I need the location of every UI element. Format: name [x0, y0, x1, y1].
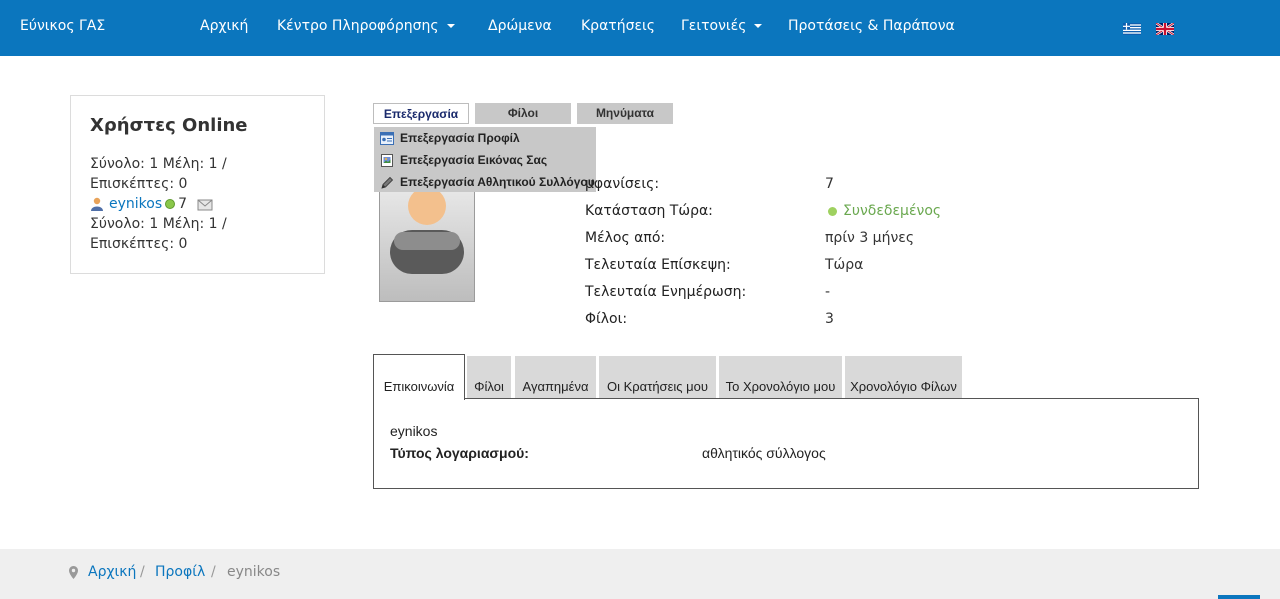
online-summary: Σύνολο: 1 Μέλη: 1 /	[90, 216, 227, 232]
nav-neighborhoods-label: Γειτονιές	[681, 18, 747, 34]
status-label: Κατάσταση Τώρα:	[585, 203, 713, 219]
tab-friends-list[interactable]: Φίλοι	[467, 356, 511, 399]
image-icon	[381, 154, 393, 168]
nav-bookings[interactable]: Κρατήσεις	[581, 18, 655, 34]
member-since-label: Μέλος από:	[585, 230, 666, 246]
status-text: Συνδεδεμένος	[843, 203, 942, 219]
tab-contact[interactable]: Επικοινωνία	[373, 354, 465, 400]
breadcrumb-profile[interactable]: Προφίλ	[155, 564, 205, 580]
online-status-icon	[165, 199, 176, 209]
breadcrumb-bar: Αρχική / Προφίλ / eynikos	[0, 549, 1280, 599]
tab-edit[interactable]: Επεξεργασία	[373, 103, 469, 124]
nav-info-center[interactable]: Κέντρο Πληροφόρησης	[277, 18, 455, 34]
profile-card-icon	[380, 132, 394, 146]
account-type-label: Τύπος λογαριασμού:	[390, 445, 529, 461]
scroll-to-top-button[interactable]	[1218, 595, 1260, 599]
online-summary: Σύνολο: 1 Μέλη: 1 /	[90, 156, 227, 172]
online-user-count: 7	[178, 196, 188, 212]
last-visit-value: Τώρα	[825, 257, 864, 273]
guests-count: Επισκέπτες: 0	[90, 236, 188, 252]
views-label: μφανίσεις:	[585, 176, 660, 192]
menu-item-edit-club[interactable]: Επεξεργασία Αθλητικού Συλλόγου	[380, 175, 595, 189]
status-value: Συνδεδεμένος	[825, 203, 941, 219]
tab-favorites[interactable]: Αγαπημένα	[515, 356, 596, 399]
last-update-value: -	[825, 284, 831, 300]
breadcrumb-separator: /	[140, 564, 145, 580]
user-icon	[91, 197, 103, 211]
map-marker-icon	[69, 566, 78, 579]
account-type-value: αθλητικός σύλλογος	[702, 445, 826, 461]
uk-flag-icon[interactable]	[1156, 23, 1174, 35]
tab-friends[interactable]: Φίλοι	[475, 103, 571, 124]
last-visit-label: Τελευταία Επίσκεψη:	[585, 257, 731, 273]
chevron-down-icon	[754, 24, 763, 28]
online-users-title: Χρήστες Online	[90, 115, 248, 136]
nav-neighborhoods[interactable]: Γειτονιές	[681, 18, 763, 34]
last-update-label: Τελευταία Ενημέρωση:	[585, 284, 747, 300]
contact-tab-panel: eynikos Τύπος λογαριασμού: αθλητικός σύλ…	[373, 398, 1199, 489]
views-value: 7	[825, 176, 834, 192]
nav-events[interactable]: Δρώμενα	[488, 18, 552, 34]
edit-dropdown-menu: Επεξεργασία Προφίλ Επεξεργασία Εικόνας Σ…	[374, 127, 596, 192]
member-since-value: πρίν 3 μήνες	[825, 230, 915, 246]
menu-item-label: Επεξεργασία Εικόνας Σας	[400, 153, 548, 167]
online-user-row: eynikos 7	[90, 196, 213, 212]
pencil-icon	[381, 177, 394, 189]
panel-username: eynikos	[390, 423, 438, 439]
breadcrumb-current: eynikos	[227, 564, 281, 580]
tab-friends-timeline[interactable]: Χρονολόγιο Φίλων	[845, 356, 962, 399]
friends-label: Φίλοι:	[585, 311, 628, 327]
brand-link[interactable]: Εύνικος ΓΑΣ	[20, 18, 105, 34]
top-navbar: Εύνικος ΓΑΣ Αρχική Κέντρο Πληροφόρησης Δ…	[0, 0, 1280, 56]
greek-flag-icon[interactable]	[1123, 23, 1141, 35]
menu-item-edit-profile[interactable]: Επεξεργασία Προφίλ	[380, 131, 520, 146]
send-message-icon[interactable]	[197, 197, 213, 211]
nav-suggestions[interactable]: Προτάσεις & Παράπονα	[788, 18, 955, 34]
friends-value: 3	[825, 311, 834, 327]
nav-home[interactable]: Αρχική	[200, 18, 248, 34]
menu-item-edit-image[interactable]: Επεξεργασία Εικόνας Σας	[380, 153, 548, 168]
tab-my-bookings[interactable]: Οι Κρατήσεις μου	[599, 356, 716, 399]
profile-avatar[interactable]	[379, 181, 475, 302]
menu-item-label: Επεξεργασία Προφίλ	[400, 131, 520, 145]
menu-item-label: Επεξεργασία Αθλητικού Συλλόγου	[400, 175, 595, 189]
tab-my-timeline[interactable]: Το Χρονολόγιο μου	[719, 356, 842, 399]
online-status-icon	[828, 206, 837, 216]
online-user-link[interactable]: eynikos	[109, 196, 162, 212]
tab-messages[interactable]: Μηνύματα	[577, 103, 673, 124]
guests-count: Επισκέπτες: 0	[90, 176, 188, 192]
nav-info-center-label: Κέντρο Πληροφόρησης	[277, 18, 439, 34]
default-avatar-icon	[390, 187, 464, 274]
online-users-panel: Χρήστες Online Σύνολο: 1 Μέλη: 1 / Επισκ…	[70, 95, 325, 274]
breadcrumb-separator: /	[211, 564, 216, 580]
breadcrumb-home[interactable]: Αρχική	[88, 564, 136, 580]
chevron-down-icon	[446, 24, 455, 28]
